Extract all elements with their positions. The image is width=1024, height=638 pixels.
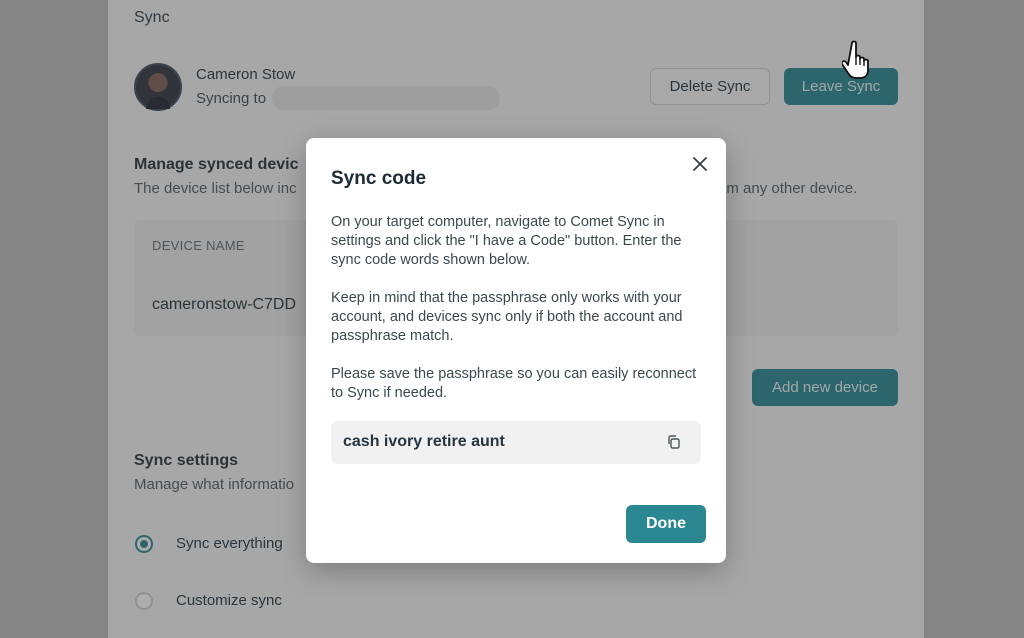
instructions-paragraph: On your target computer, navigate to Com… [331, 214, 682, 268]
dialog-title: Sync code [331, 168, 427, 189]
copy-icon[interactable] [665, 433, 683, 451]
done-button[interactable]: Done [626, 505, 706, 543]
sync-code-text: cash ivory retire aunt [343, 433, 505, 450]
sync-code-dialog: Sync code On your target computer, navig… [306, 138, 726, 563]
passphrase-warning-paragraph: Keep in mind that the passphrase only wo… [331, 290, 683, 344]
save-passphrase-paragraph: Please save the passphrase so you can ea… [331, 366, 697, 401]
hand-cursor-icon [842, 40, 869, 79]
close-icon[interactable] [688, 152, 712, 176]
sync-code-box: cash ivory retire aunt [331, 421, 701, 464]
